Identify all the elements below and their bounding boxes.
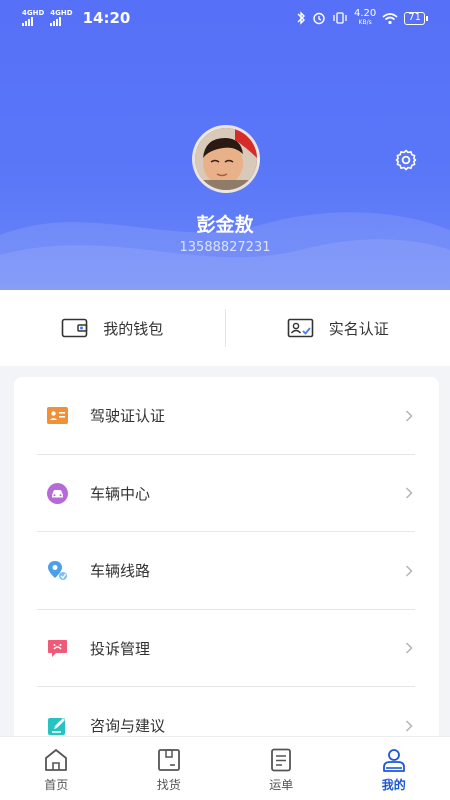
tab-home[interactable]: 首页 [0,737,113,800]
tab-label: 找货 [156,778,181,792]
chevron-right-icon [405,720,413,732]
wallet-button[interactable]: 我的钱包 [0,317,225,339]
driver-license-icon [47,407,68,425]
alarm-icon [313,12,325,25]
tab-label: 运单 [269,778,294,792]
tab-label: 首页 [44,778,69,792]
menu-label: 驾驶证认证 [90,407,166,426]
vibrate-icon [333,12,347,24]
avatar-photo [195,128,257,190]
network-speed: 4.20 KB/s [354,8,377,27]
menu-label: 投诉管理 [90,639,151,658]
waybill-icon [271,748,292,772]
wallet-icon [61,318,88,338]
chevron-right-icon [405,487,413,499]
wifi-icon [382,12,398,24]
cargo-icon [157,749,180,771]
menu-item-complaint[interactable]: 投诉管理 [14,610,439,687]
quick-actions-bar: 我的钱包 实名认证 [0,290,450,366]
avatar[interactable] [192,125,260,193]
feedback-icon [48,718,65,736]
cell-signal-icon: 4GHD [22,10,44,26]
chevron-right-icon [405,410,413,422]
bottom-tab-bar: 首页 找货 运单 我的 [0,736,450,800]
user-phone: 13588827231 [179,240,271,255]
tab-mine[interactable]: 我的 [338,737,450,800]
menu-item-vehicle-route[interactable]: 车辆线路 [14,532,439,610]
chevron-right-icon [405,565,413,577]
bluetooth-icon [297,11,305,25]
menu-item-driver-license[interactable]: 驾驶证认证 [14,377,439,455]
complaint-icon [48,639,67,657]
tab-find-cargo[interactable]: 找货 [113,737,226,800]
user-name: 彭金敖 [196,214,254,236]
real-name-auth-button[interactable]: 实名认证 [226,317,450,339]
settings-gear-icon[interactable] [394,148,418,172]
menu-list: 驾驶证认证 车辆中心 车辆线路 投诉管理 咨询与建议 [14,377,439,757]
cell-signal-icon: 4GHD [50,10,73,26]
menu-label: 车辆线路 [90,562,151,581]
menu-label: 咨询与建议 [90,717,166,736]
wallet-label: 我的钱包 [103,319,164,338]
car-icon [47,482,68,504]
menu-label: 车辆中心 [90,484,151,503]
id-card-icon [287,318,314,338]
chevron-right-icon [405,642,413,654]
menu-item-vehicle-center[interactable]: 车辆中心 [14,455,439,532]
tab-waybill[interactable]: 运单 [225,737,338,800]
home-icon [45,749,68,771]
battery-indicator: 71 [404,11,428,25]
profile-header: 4GHD 4GHD 14:20 4.20 KB/s 71 彭金敖 1358882… [0,0,450,290]
status-time: 14:20 [82,9,131,27]
user-icon [382,749,405,772]
tab-label: 我的 [381,778,406,792]
status-bar: 4GHD 4GHD 14:20 4.20 KB/s 71 [0,0,450,36]
route-icon [48,561,67,581]
real-name-auth-label: 实名认证 [328,319,389,338]
